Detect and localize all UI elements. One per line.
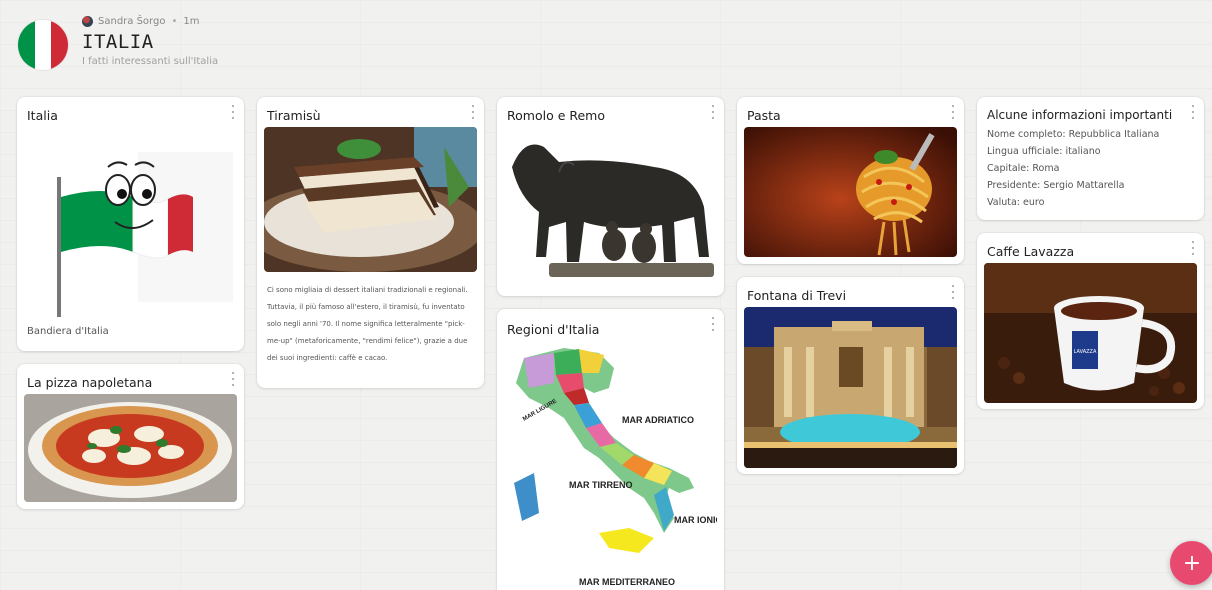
post-card-pasta[interactable]: Pasta bbox=[737, 97, 964, 264]
map-label-adriatico: MAR ADRIATICO bbox=[622, 415, 694, 425]
board-flag-icon[interactable] bbox=[18, 20, 68, 70]
post-card-info[interactable]: Alcune informazioni importanti Nome comp… bbox=[977, 97, 1204, 220]
more-options-icon[interactable] bbox=[230, 372, 236, 386]
lavazza-coffee-image[interactable]: LAVAZZA bbox=[984, 263, 1197, 403]
post-time: 1m bbox=[183, 15, 200, 27]
more-options-icon[interactable] bbox=[1190, 105, 1196, 119]
tiramisu-image[interactable] bbox=[264, 127, 477, 272]
author-line: Sandra Šorgo • 1m bbox=[82, 14, 218, 28]
more-options-icon[interactable] bbox=[470, 105, 476, 119]
separator-dot: • bbox=[171, 15, 178, 27]
board-subtitle: I fatti interessanti sull'Italia bbox=[82, 56, 219, 67]
board-title: ITALIA bbox=[82, 31, 154, 53]
map-label-mediterraneo: MAR MEDITERRANEO bbox=[579, 577, 675, 587]
more-options-icon[interactable] bbox=[230, 105, 236, 119]
post-title: Romolo e Remo bbox=[507, 108, 605, 123]
post-card-tiramisu[interactable]: Tiramisù Ci sono migliaia di dessert ita… bbox=[257, 97, 484, 388]
map-label-ionio: MAR IONIO bbox=[674, 515, 717, 525]
post-card-caffe[interactable]: Caffe Lavazza LAVAZZA bbox=[977, 233, 1204, 409]
more-options-icon[interactable] bbox=[1190, 241, 1196, 255]
post-title: Pasta bbox=[747, 108, 781, 123]
pasta-image[interactable] bbox=[744, 127, 957, 257]
info-line: Nome completo: Repubblica Italiana bbox=[987, 129, 1160, 140]
add-post-button[interactable]: + bbox=[1170, 541, 1212, 585]
pizza-image[interactable] bbox=[24, 394, 237, 502]
post-title: La pizza napoletana bbox=[27, 375, 153, 390]
more-options-icon[interactable] bbox=[950, 285, 956, 299]
italy-regions-map[interactable]: MAR ADRIATICO MAR TIRRENO MAR IONIO MAR … bbox=[504, 343, 717, 590]
post-title: Fontana di Trevi bbox=[747, 288, 847, 303]
info-list: Nome completo: Repubblica Italiana Lingu… bbox=[987, 126, 1159, 211]
info-line: Valuta: euro bbox=[987, 197, 1045, 208]
post-title: Caffe Lavazza bbox=[987, 244, 1075, 259]
post-caption: Bandiera d'Italia bbox=[27, 326, 109, 337]
post-card-romolo[interactable]: Romolo e Remo bbox=[497, 97, 724, 296]
post-card-trevi[interactable]: Fontana di Trevi bbox=[737, 277, 964, 474]
post-body: Ci sono migliaia di dessert italiani tra… bbox=[267, 286, 468, 362]
map-label-tirreno: MAR TIRRENO bbox=[569, 480, 633, 490]
cartoon-flag-image[interactable] bbox=[43, 127, 233, 317]
post-title: Regioni d'Italia bbox=[507, 322, 600, 337]
post-title: Alcune informazioni importanti bbox=[987, 108, 1173, 122]
post-title: Italia bbox=[27, 108, 58, 123]
more-options-icon[interactable] bbox=[950, 105, 956, 119]
info-line: Capitale: Roma bbox=[987, 163, 1060, 174]
author-avatar[interactable] bbox=[82, 15, 93, 27]
trevi-fountain-image[interactable] bbox=[744, 307, 957, 468]
board-header: Sandra Šorgo • 1m ITALIA I fatti interes… bbox=[18, 14, 218, 74]
cup-brand-label: LAVAZZA bbox=[1074, 349, 1097, 355]
info-line: Lingua ufficiale: italiano bbox=[987, 146, 1101, 157]
post-title: Tiramisù bbox=[267, 108, 321, 123]
post-card-italia[interactable]: Italia Bandiera d'Italia bbox=[17, 97, 244, 351]
more-options-icon[interactable] bbox=[710, 105, 716, 119]
author-name[interactable]: Sandra Šorgo bbox=[98, 16, 165, 27]
post-card-regioni[interactable]: Regioni d'Italia MAR ADRIATICO MAR TIRRE… bbox=[497, 309, 724, 590]
info-line: Presidente: Sergio Mattarella bbox=[987, 180, 1125, 191]
post-card-pizza[interactable]: La pizza napoletana bbox=[17, 364, 244, 509]
more-options-icon[interactable] bbox=[710, 317, 716, 331]
lupa-capitolina-image[interactable] bbox=[504, 127, 717, 287]
